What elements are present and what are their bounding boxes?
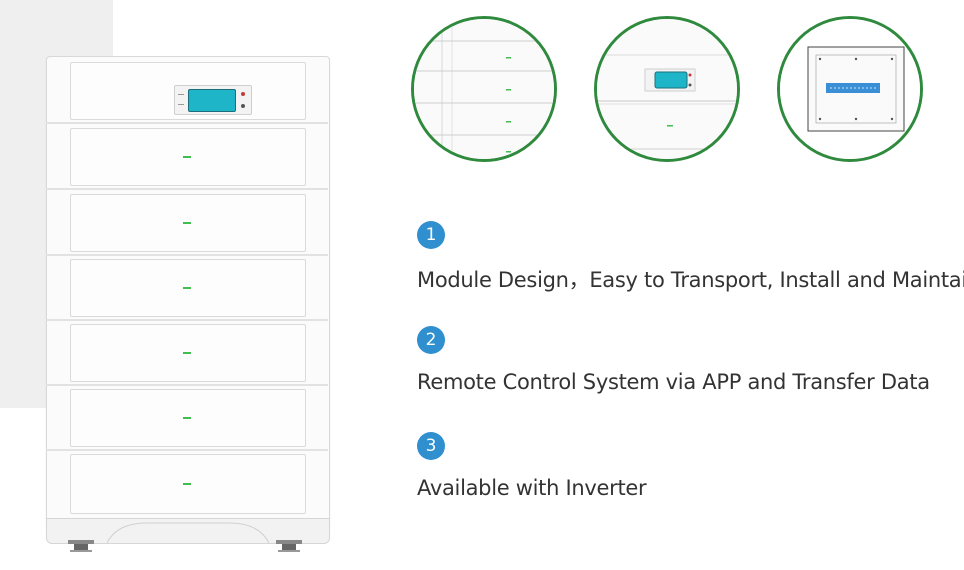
feature-text: Available with Inverter — [417, 476, 647, 500]
lcd-panel — [174, 85, 252, 115]
power-button-icon — [241, 92, 245, 96]
status-led-icon — [183, 483, 191, 485]
module-seam — [46, 319, 328, 321]
feature-text: Module Design，Easy to Transport, Install… — [417, 268, 964, 292]
feature-text: Remote Control System via APP and Transf… — [417, 370, 930, 394]
module-seam — [46, 384, 328, 386]
battery-module — [70, 389, 306, 447]
detail-circle-back-panel — [777, 16, 923, 162]
detail-circle-lcd — [594, 16, 740, 162]
status-led-icon — [183, 222, 191, 224]
caster-foot-icon — [276, 540, 302, 552]
status-led-icon — [183, 417, 191, 419]
status-led-icon — [183, 156, 191, 158]
status-led-icon — [183, 287, 191, 289]
lcd-screen — [188, 89, 236, 112]
lcd-closeup — [597, 19, 737, 159]
battery-module — [70, 454, 306, 514]
feature-number-badge: 2 — [417, 326, 445, 354]
label-mark — [178, 104, 184, 105]
battery-stack-image — [46, 56, 330, 552]
label-mark — [178, 94, 184, 95]
module-seam — [46, 254, 328, 256]
battery-module — [70, 259, 306, 317]
battery-module — [70, 128, 306, 186]
module-seam — [46, 122, 328, 124]
back-panel-closeup — [780, 19, 920, 159]
feature-number-badge: 3 — [417, 432, 445, 460]
battery-module — [70, 324, 306, 382]
module-seam — [46, 449, 328, 451]
reset-button-icon — [241, 104, 245, 108]
feature-number-badge: 1 — [417, 221, 445, 249]
status-led-icon — [183, 352, 191, 354]
module-edge-closeup — [414, 19, 554, 159]
detail-circle-modules — [411, 16, 557, 162]
control-module — [70, 62, 306, 120]
caster-foot-icon — [68, 540, 94, 552]
battery-module — [70, 194, 306, 252]
module-seam — [46, 188, 328, 190]
